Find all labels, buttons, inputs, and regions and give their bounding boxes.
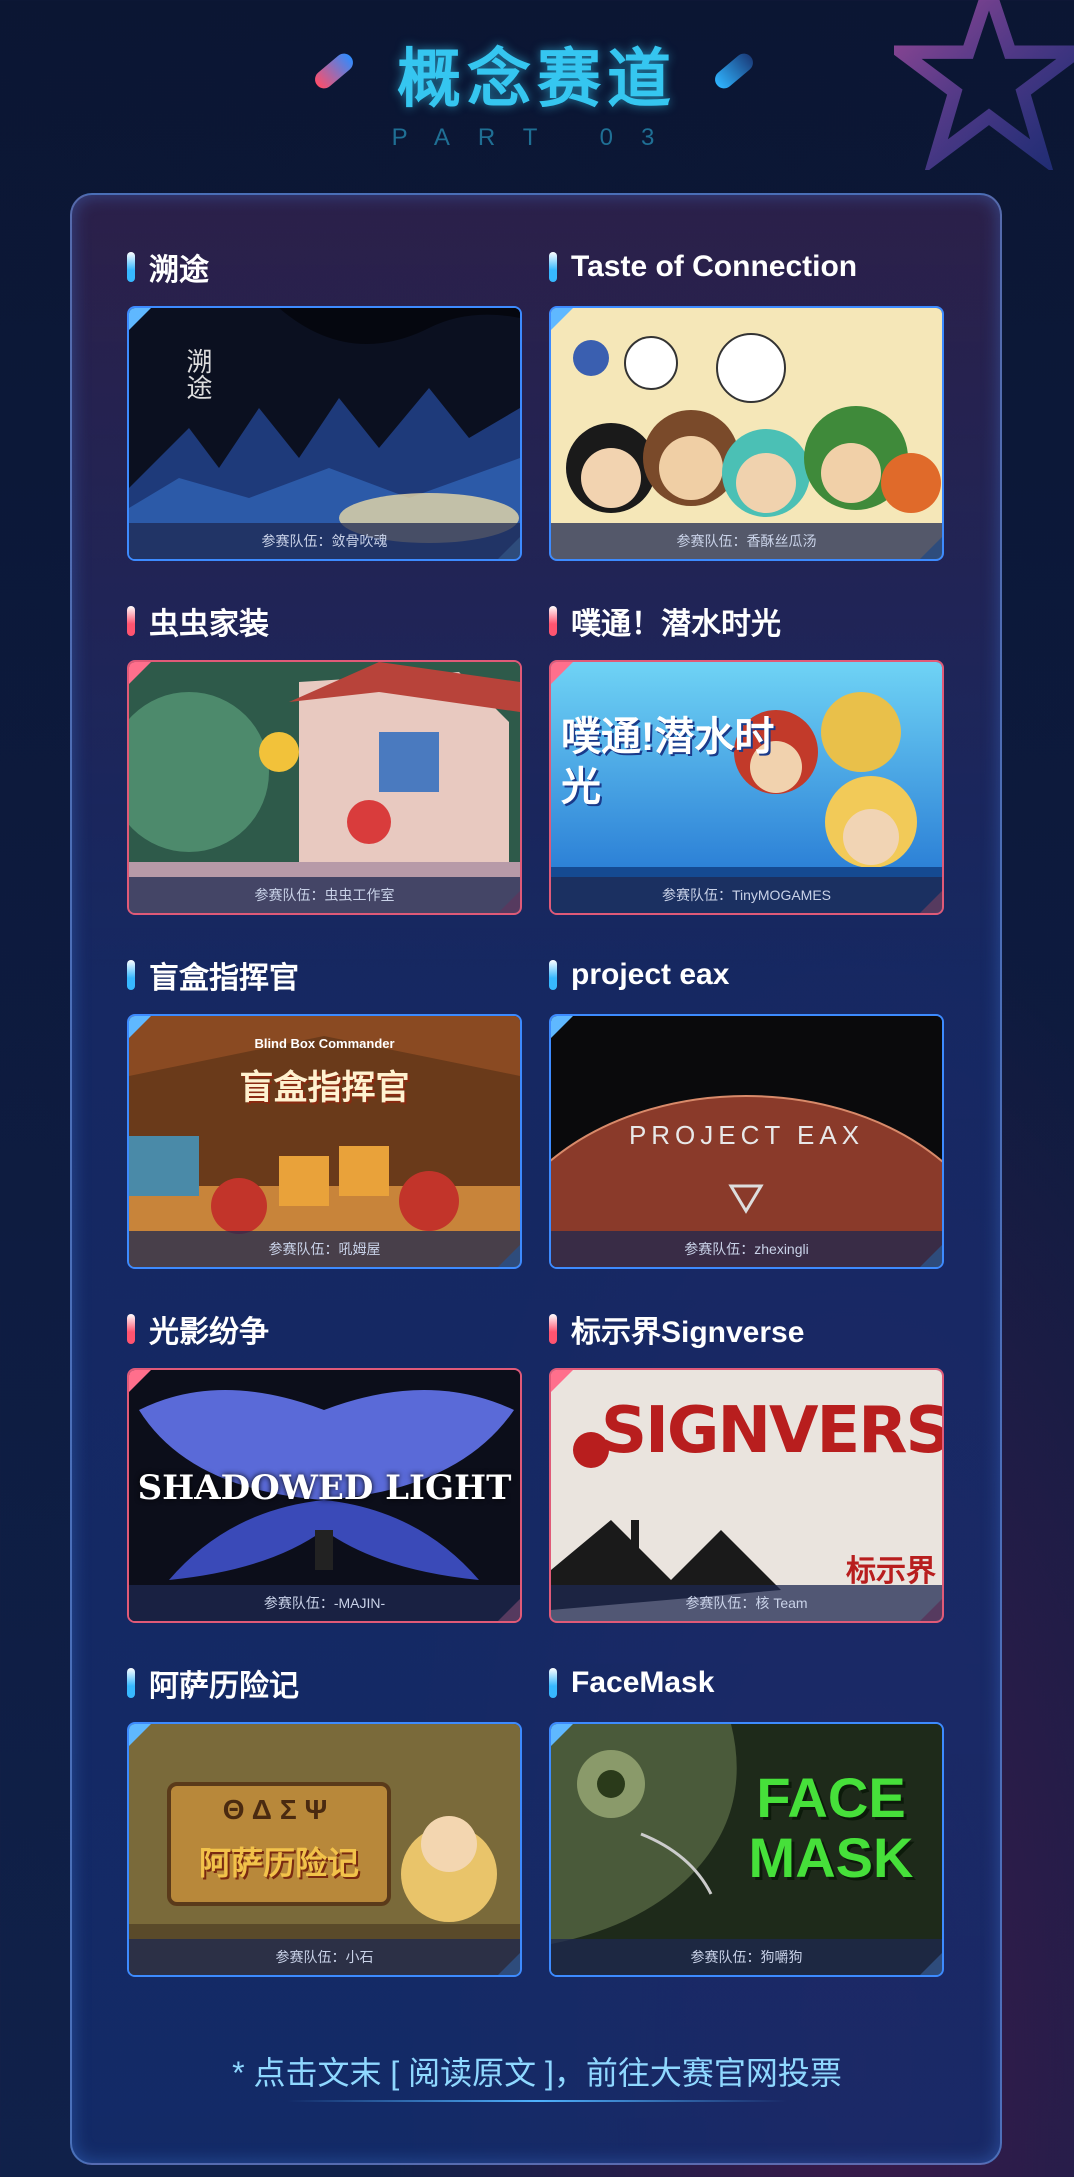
entries-panel: 溯途 溯途 参赛队伍：敛骨吹魂 Taste of Connection 参赛队伍… — [70, 193, 1002, 2165]
game-art-text: 溯途 — [182, 348, 212, 400]
corner-accent — [551, 1724, 573, 1746]
game-art-subtext: Blind Box Commander — [254, 1036, 395, 1051]
game-art-image — [551, 308, 942, 559]
title-marker-icon — [549, 606, 557, 636]
entry-title: 噗通！潜水时光 — [571, 608, 781, 641]
entry-title: 盲盒指挥官 — [149, 962, 299, 995]
entry-card[interactable]: 溯途 参赛队伍：敛骨吹魂 — [127, 306, 522, 561]
entry-card[interactable]: 参赛队伍：香酥丝瓜汤 — [549, 306, 944, 561]
star-icon — [894, 0, 1074, 170]
title-marker-icon — [549, 252, 557, 282]
entry-card[interactable]: FACE MASK 参赛队伍：狗嚼狗 — [549, 1722, 944, 1977]
entry-title-row: 阿萨历险记 — [127, 1663, 299, 1703]
entry-card[interactable]: SIGNVERSE 标示界 参赛队伍：核 Team — [549, 1368, 944, 1623]
game-art-subtext: 标示界 — [846, 1555, 936, 1588]
corner-accent — [129, 308, 151, 330]
entry-card[interactable]: ΘΔΣΨ 阿萨历险记 参赛队伍：小石 — [127, 1722, 522, 1977]
game-art-text: SHADOWED LIGHT — [137, 1468, 512, 1508]
team-caption: 参赛队伍：香酥丝瓜汤 — [551, 523, 942, 559]
title-marker-icon — [127, 1314, 135, 1344]
team-caption: 参赛队伍：狗嚼狗 — [551, 1939, 942, 1975]
entry-title: 光影纷争 — [149, 1316, 269, 1349]
corner-accent — [129, 662, 151, 684]
team-caption: 参赛队伍：小石 — [129, 1939, 520, 1975]
entry-title-row: 噗通！潜水时光 — [549, 601, 781, 641]
title-marker-icon — [549, 960, 557, 990]
entry-title: FaceMask — [571, 1666, 715, 1699]
corner-accent — [129, 1370, 151, 1392]
game-art-text: FACE MASK — [748, 1766, 914, 1889]
corner-accent — [551, 1016, 573, 1038]
team-caption: 参赛队伍：zhexingli — [551, 1231, 942, 1267]
team-caption: 参赛队伍：吼姆屋 — [129, 1231, 520, 1267]
game-art-text: 盲盒指挥官 — [239, 1069, 410, 1107]
entry-card[interactable]: 噗通!潜水时光 参赛队伍：TinyMOGAMES — [549, 660, 944, 915]
game-art-image — [129, 1016, 520, 1267]
game-art-subtext: ΘΔΣΨ — [222, 1794, 336, 1825]
corner-accent — [551, 308, 573, 330]
entry-title-row: 溯途 — [127, 247, 209, 287]
entry-title: 阿萨历险记 — [149, 1670, 299, 1703]
title-marker-icon — [127, 252, 135, 282]
corner-accent — [129, 1724, 151, 1746]
game-art-image — [129, 308, 520, 559]
entry-title-row: FaceMask — [549, 1663, 714, 1703]
team-caption: 参赛队伍：TinyMOGAMES — [551, 877, 942, 913]
title-marker-icon — [549, 1668, 557, 1698]
entry-title: 溯途 — [149, 254, 209, 287]
vote-instruction: * 点击文末 [ 阅读原文 ]，前往大赛官网投票 — [232, 2055, 842, 2091]
game-art-text: 阿萨历险记 — [198, 1845, 359, 1881]
entry-title: 标示界Signverse — [571, 1316, 805, 1349]
entry-card[interactable]: 参赛队伍：虫虫工作室 — [127, 660, 522, 915]
entry-title-row: 盲盒指挥官 — [127, 955, 299, 995]
game-art-text: SIGNVERSE — [601, 1394, 942, 1468]
corner-accent — [551, 662, 573, 684]
footer-divider — [287, 2100, 787, 2102]
header: 概念赛道 PART 03 — [0, 0, 1074, 190]
entry-card[interactable]: PROJECT EAX 参赛队伍：zhexingli — [549, 1014, 944, 1269]
title-marker-icon — [127, 606, 135, 636]
entry-title: 虫虫家装 — [149, 608, 269, 641]
team-caption: 参赛队伍：核 Team — [551, 1585, 942, 1621]
game-art-image — [129, 662, 520, 913]
team-caption: 参赛队伍：-MAJIN- — [129, 1585, 520, 1621]
team-caption: 参赛队伍：敛骨吹魂 — [129, 523, 520, 559]
title-marker-icon — [549, 1314, 557, 1344]
entry-title-row: Taste of Connection — [549, 247, 857, 287]
entry-title-row: 标示界Signverse — [549, 1309, 804, 1349]
entry-title: project eax — [571, 958, 730, 991]
entry-card[interactable]: SHADOWED LIGHT 参赛队伍：-MAJIN- — [127, 1368, 522, 1623]
corner-accent — [129, 1016, 151, 1038]
entry-title-row: 光影纷争 — [127, 1309, 269, 1349]
entry-title-row: 虫虫家装 — [127, 601, 269, 641]
team-caption: 参赛队伍：虫虫工作室 — [129, 877, 520, 913]
corner-accent — [551, 1370, 573, 1392]
title-marker-icon — [127, 960, 135, 990]
game-art-text: 噗通!潜水时光 — [561, 715, 775, 809]
game-art-text: PROJECT EAX — [628, 1120, 865, 1150]
entry-title: Taste of Connection — [571, 250, 858, 283]
entry-title-row: project eax — [549, 955, 729, 995]
title-marker-icon — [127, 1668, 135, 1698]
entry-card[interactable]: Blind Box Commander 盲盒指挥官 参赛队伍：吼姆屋 — [127, 1014, 522, 1269]
